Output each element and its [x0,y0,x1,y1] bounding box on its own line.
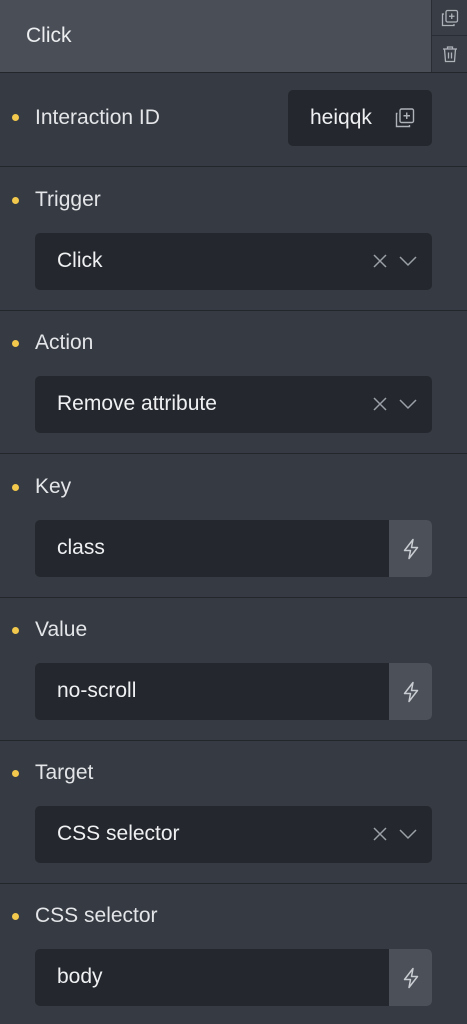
dynamic-data-button[interactable] [389,520,432,577]
target-select[interactable]: CSS selector [35,806,432,863]
setting-indicator-dot [12,340,19,347]
copy-icon[interactable] [394,107,416,129]
css-selector-label: CSS selector [35,904,158,927]
duplicate-icon [441,9,458,26]
css-selector-input-value: body [57,965,103,988]
header-actions [431,0,467,72]
interaction-header: Click [0,0,467,73]
trash-icon [442,46,457,63]
css-selector-row: CSS selector body [0,884,467,1024]
action-label: Action [35,331,94,354]
clear-icon[interactable] [371,395,389,413]
action-row: Action Remove attribute [0,311,467,454]
interaction-id-field: heiqqk [288,90,432,146]
interaction-title: Click [26,24,72,47]
action-select[interactable]: Remove attribute [35,376,432,433]
lightning-icon [403,538,418,559]
target-row: Target CSS selector [0,741,467,884]
interaction-id-label: Interaction ID [35,106,160,129]
trigger-row: Trigger Click [0,167,467,311]
value-label: Value [35,618,88,641]
chevron-down-icon[interactable] [397,825,419,843]
interaction-title-bar[interactable]: Click [0,0,431,72]
setting-indicator-dot [12,484,19,491]
key-row: Key class [0,454,467,598]
duplicate-button[interactable] [432,0,467,36]
interaction-id-value: heiqqk [310,106,372,129]
action-select-value: Remove attribute [57,392,217,415]
key-input[interactable]: class [35,520,432,577]
value-input-value: no-scroll [57,679,137,702]
setting-indicator-dot [12,913,19,920]
clear-icon[interactable] [371,252,389,270]
clear-icon[interactable] [371,825,389,843]
delete-button[interactable] [432,36,467,72]
setting-indicator-dot [12,114,19,121]
trigger-label: Trigger [35,188,101,211]
target-select-value: CSS selector [57,822,180,845]
chevron-down-icon[interactable] [397,395,419,413]
setting-indicator-dot [12,770,19,777]
trigger-select-value: Click [57,249,103,272]
key-label: Key [35,475,72,498]
css-selector-input[interactable]: body [35,949,432,1006]
key-input-value: class [57,536,105,559]
dynamic-data-button[interactable] [389,663,432,720]
target-label: Target [35,761,94,784]
lightning-icon [403,967,418,988]
chevron-down-icon[interactable] [397,252,419,270]
value-input[interactable]: no-scroll [35,663,432,720]
interaction-id-row: Interaction ID heiqqk [0,73,467,167]
setting-indicator-dot [12,197,19,204]
value-row: Value no-scroll [0,598,467,741]
lightning-icon [403,681,418,702]
trigger-select[interactable]: Click [35,233,432,290]
setting-indicator-dot [12,627,19,634]
interaction-settings-panel: Click Interaction ID heiqqk Trigger Clic… [0,0,467,1024]
dynamic-data-button[interactable] [389,949,432,1006]
